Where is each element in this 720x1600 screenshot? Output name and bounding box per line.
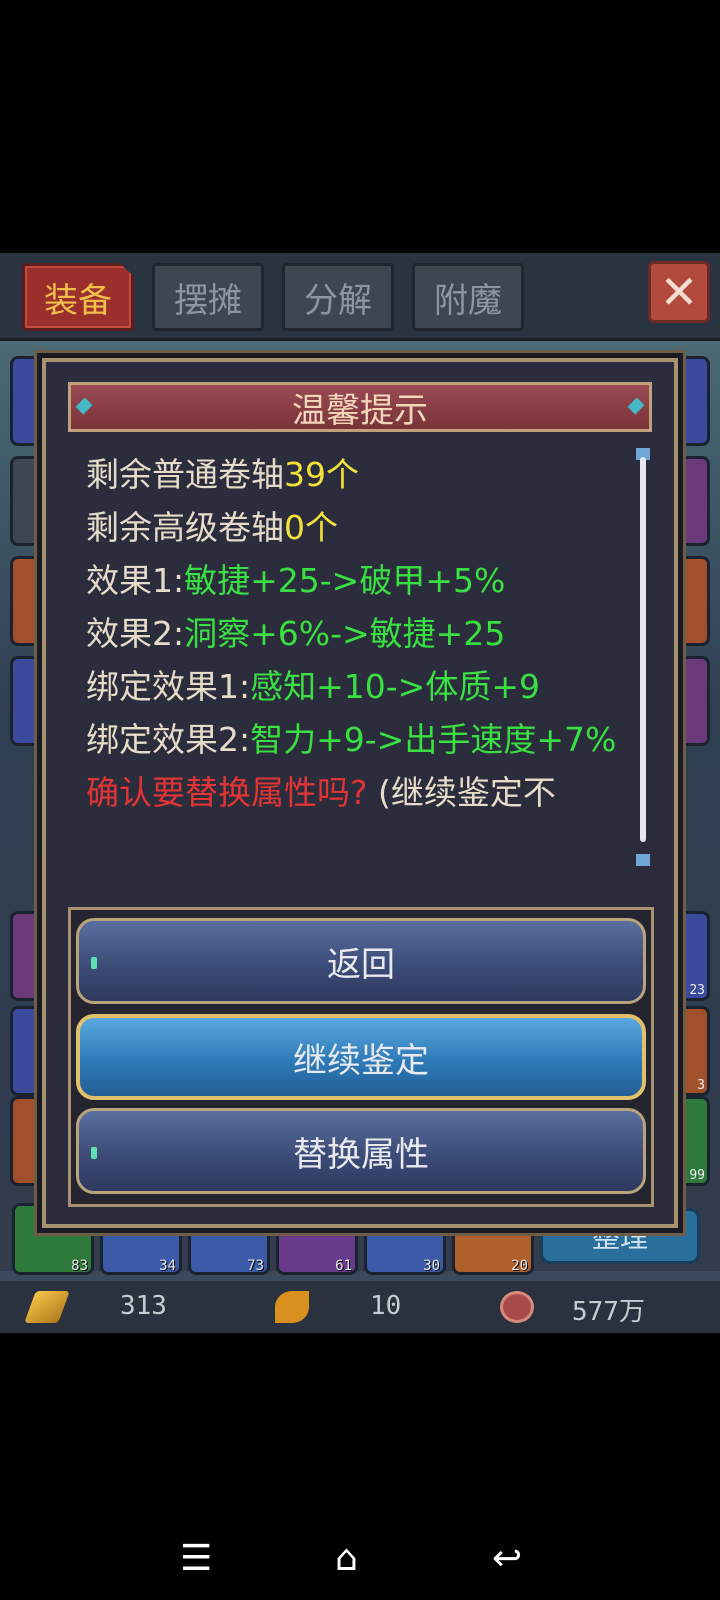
item-count: 73 (247, 1258, 264, 1274)
tip-dialog: 温馨提示 剩余普通卷轴39个 剩余高级卷轴0个 效果1:敏捷+25->破甲+5%… (42, 358, 678, 1228)
home-icon[interactable]: ⌂ (335, 1538, 358, 1579)
confirm-question: 确认要替换属性吗? (86, 773, 368, 812)
back-button[interactable]: 返回 (76, 918, 646, 1004)
line-label: 绑定效果1: (86, 667, 251, 706)
item-count: 3 (697, 1078, 705, 1093)
gold-bar-icon (24, 1291, 70, 1323)
line-normal-scrolls: 剩余普通卷轴39个 (86, 448, 646, 501)
item-count: 20 (511, 1258, 528, 1274)
leaf-amount: 10 (370, 1291, 402, 1321)
line-effect-1: 效果1:敏捷+25->破甲+5% (86, 554, 646, 607)
line-confirm: 确认要替换属性吗? (继续鉴定不 (86, 766, 646, 819)
dialog-title: 温馨提示 (292, 390, 428, 431)
dialog-title-bar: 温馨提示 (68, 382, 652, 432)
dialog-message: 剩余普通卷轴39个 剩余高级卷轴0个 效果1:敏捷+25->破甲+5% 效果2:… (86, 448, 646, 819)
line-value: 敏捷+25->破甲+5% (184, 561, 506, 600)
line-value: 洞察+6%->敏捷+25 (184, 614, 506, 653)
android-nav-bar: ☰ ⌂ ↩ (0, 1500, 720, 1600)
back-button-label: 返回 (327, 944, 395, 985)
item-count: 34 (159, 1258, 176, 1274)
tab-decompose[interactable]: 分解 (282, 263, 394, 331)
replace-button-label: 替换属性 (293, 1134, 429, 1175)
tab-bar: 装备 摆摊 分解 附魔 ✕ (0, 253, 720, 341)
diamond-ornament-icon (627, 397, 645, 415)
coin-amount: 577万 (572, 1297, 645, 1327)
tab-enchant[interactable]: 附魔 (412, 263, 524, 331)
line-bound-effect-1: 绑定效果1:感知+10->体质+9 (86, 660, 646, 713)
diamond-ornament-icon (75, 397, 93, 415)
tab-label: 附魔 (434, 280, 502, 321)
tab-label: 装备 (44, 280, 112, 321)
item-count: 83 (71, 1258, 88, 1274)
replace-attributes-button[interactable]: 替换属性 (76, 1108, 646, 1194)
line-value: 39个 (284, 455, 359, 494)
line-label: 效果2: (86, 614, 185, 653)
tab-stall[interactable]: 摆摊 (152, 263, 264, 331)
line-label: 效果1: (86, 561, 185, 600)
menu-icon[interactable]: ☰ (180, 1538, 212, 1579)
tab-label: 分解 (304, 280, 372, 321)
line-advanced-scrolls: 剩余高级卷轴0个 (86, 501, 646, 554)
confirm-note: (继续鉴定不 (367, 773, 556, 812)
tab-equipment[interactable]: 装备 (22, 263, 134, 331)
line-value: 0个 (284, 508, 338, 547)
item-count: 30 (423, 1258, 440, 1274)
currency-bar: 313 10 577万 (0, 1281, 720, 1333)
line-value: 感知+10->体质+9 (250, 667, 540, 706)
scroll-down-icon[interactable] (636, 854, 650, 866)
close-button[interactable]: ✕ (648, 261, 710, 323)
line-bound-effect-2: 绑定效果2:智力+9->出手速度+7% (86, 713, 646, 766)
line-label: 剩余普通卷轴 (86, 455, 284, 494)
indicator-icon (91, 957, 97, 969)
continue-appraise-button[interactable]: 继续鉴定 (76, 1014, 646, 1100)
close-icon: ✕ (659, 265, 699, 319)
line-effect-2: 效果2:洞察+6%->敏捷+25 (86, 607, 646, 660)
continue-button-label: 继续鉴定 (293, 1040, 429, 1081)
line-value: 智力+9->出手速度+7% (250, 720, 617, 759)
back-icon[interactable]: ↩ (492, 1538, 522, 1579)
item-count: 61 (335, 1258, 352, 1274)
indicator-icon (91, 1147, 97, 1159)
message-scrollbar[interactable] (640, 457, 646, 842)
gold-amount: 313 (120, 1291, 167, 1321)
coin-icon (500, 1291, 534, 1323)
item-count: 99 (689, 1168, 705, 1183)
line-label: 剩余高级卷轴 (86, 508, 284, 547)
line-label: 绑定效果2: (86, 720, 251, 759)
tab-corner (120, 263, 134, 277)
tab-label: 摆摊 (174, 280, 242, 321)
leaf-icon (275, 1291, 309, 1323)
item-count: 23 (689, 983, 705, 998)
